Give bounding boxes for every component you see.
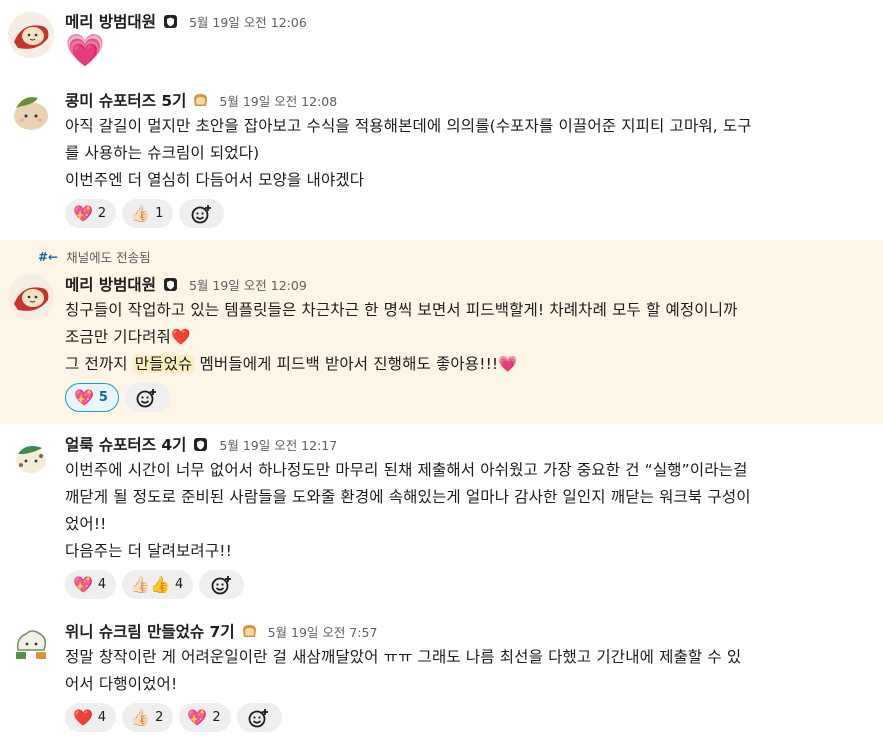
message-line: 다음주는 더 달려보려구!! xyxy=(65,542,232,560)
avatar[interactable] xyxy=(8,434,54,480)
timestamp[interactable]: 5월 19일 오전 12:06 xyxy=(189,12,307,31)
sparkling-heart-icon: 💖 xyxy=(187,707,208,727)
thumbs-up-icon: 👍🏻👍 xyxy=(130,574,171,594)
avatar[interactable] xyxy=(8,274,54,320)
shield-badge-icon xyxy=(162,13,179,30)
shield-badge-icon xyxy=(192,436,209,453)
reaction-sparkling-heart[interactable]: 💖 2 xyxy=(179,703,231,732)
reaction-count: 5 xyxy=(98,390,108,405)
message-feed: 메리 방범대원 5월 19일 오전 12:06 💗 콩미 슈포터즈 5기 5월 … xyxy=(0,0,883,738)
sparkling-heart-icon: 💖 xyxy=(74,387,94,407)
avatar[interactable] xyxy=(8,620,54,666)
message-header: 얼룩 슈포터즈 4기 5월 19일 오전 12:17 xyxy=(65,433,867,455)
add-reaction-button[interactable] xyxy=(124,383,170,412)
add-reaction-icon xyxy=(211,575,231,594)
message-line: 그 전까지 만들었슈 멤버들에게 피드백 받아서 진행해도 좋아용!!!💗 xyxy=(65,351,867,378)
timestamp[interactable]: 5월 19일 오전 12:09 xyxy=(189,275,307,294)
reaction-heart[interactable]: ❤️ 4 xyxy=(65,703,117,732)
timestamp[interactable]: 5월 19일 오전 12:17 xyxy=(219,435,337,454)
avatar[interactable] xyxy=(8,90,54,136)
message-line: 아직 갈길이 멀지만 초안을 잡아보고 수식을 적용해본데에 의의를(수포자를 … xyxy=(65,117,752,135)
message-line: 어서 다행이었어! xyxy=(65,675,178,693)
thumbs-up-icon: 👍🏻 xyxy=(130,707,151,727)
reaction-thumbs-up[interactable]: 👍🏻👍 4 xyxy=(122,570,194,599)
add-reaction-icon xyxy=(191,204,211,223)
author-name[interactable]: 얼룩 슈포터즈 4기 xyxy=(65,433,186,455)
heart-emoji: 💗 xyxy=(65,31,105,69)
sent-to-channel-label: 채널에도 전송됨 xyxy=(66,250,151,265)
sparkling-heart-icon: 💖 xyxy=(73,574,93,594)
message-line: 정말 창작이란 게 어려운일이란 걸 새삼깨달았어 ㅠㅠ 그래도 나름 최선을 … xyxy=(65,648,742,666)
message-line: 이번주엔 더 열심히 다듬어서 모양을 내야겠다 xyxy=(65,171,365,189)
message: 메리 방범대원 5월 19일 오전 12:06 💗 xyxy=(0,0,883,82)
reaction-bar: ❤️ 4 👍🏻 2 💖 2 xyxy=(65,703,867,733)
reaction-count: 4 xyxy=(97,710,107,725)
red-heart-icon: ❤️ xyxy=(73,707,93,727)
add-reaction-icon xyxy=(137,388,157,407)
sparkling-heart-icon: 💖 xyxy=(73,203,93,223)
message-line: 었어!! xyxy=(65,515,107,533)
reaction-bar: 💖 5 xyxy=(65,383,867,413)
message-body: 메리 방범대원 5월 19일 오전 12:09 칭구들이 작업하고 있는 템플릿… xyxy=(65,273,867,413)
reaction-count: 4 xyxy=(175,577,184,592)
message-body: 얼룩 슈포터즈 4기 5월 19일 오전 12:17 이번주에 시간이 너무 없… xyxy=(65,433,867,600)
group-mention[interactable]: 만들었슈 xyxy=(132,355,195,373)
reaction-bar: 💖 4 👍🏻👍 4 xyxy=(65,570,867,600)
reaction-count: 2 xyxy=(155,710,164,725)
message-body: 콩미 슈포터즈 5기 5월 19일 오전 12:08 아직 갈길이 멀지만 초안… xyxy=(65,89,867,229)
message-header: 메리 방범대원 5월 19일 오전 12:09 xyxy=(65,273,867,295)
add-reaction-button[interactable] xyxy=(236,703,282,732)
author-name[interactable]: 위니 슈크림 만들었슈 7기 xyxy=(65,620,235,642)
message-line: 깨닫게 될 정도로 준비된 사람들을 도와줄 환경에 속해있는게 얼마나 감사한… xyxy=(65,488,751,506)
reaction-sparkling-heart[interactable]: 💖 4 xyxy=(65,570,117,599)
message-header: 메리 방범대원 5월 19일 오전 12:06 xyxy=(65,10,867,32)
timestamp[interactable]: 5월 19일 오전 7:57 xyxy=(268,622,378,641)
message-body: 위니 슈크림 만들었슈 7기 5월 19일 오전 7:57 정말 창작이란 게 … xyxy=(65,620,867,733)
channel-share-icon: #← xyxy=(38,249,59,264)
message-highlighted: #← 채널에도 전송됨 메리 방범대원 5월 19일 오전 12:09 칭구들이… xyxy=(0,240,883,424)
message-line: 칭구들이 작업하고 있는 템플릿들은 차근차근 한 명씩 보면서 피드백할게! … xyxy=(65,301,738,319)
line-text: 멤버들에게 피드백 받아서 진행해도 좋아용!!!💗 xyxy=(194,355,518,373)
timestamp[interactable]: 5월 19일 오전 12:08 xyxy=(219,91,337,110)
author-name[interactable]: 메리 방범대원 xyxy=(65,273,156,295)
message-line: 조금만 기다려줘❤️ xyxy=(65,328,191,346)
line-text: 그 전까지 xyxy=(65,355,133,373)
message-header: 위니 슈크림 만들었슈 7기 5월 19일 오전 7:57 xyxy=(65,620,867,642)
reaction-thumbs-up[interactable]: 👍🏻 1 xyxy=(122,199,174,228)
author-name[interactable]: 메리 방범대원 xyxy=(65,10,156,32)
message: 얼룩 슈포터즈 4기 5월 19일 오전 12:17 이번주에 시간이 너무 없… xyxy=(0,424,883,610)
avatar[interactable] xyxy=(8,12,54,58)
bread-icon xyxy=(192,92,209,109)
author-name[interactable]: 콩미 슈포터즈 5기 xyxy=(65,89,186,111)
add-reaction-button[interactable] xyxy=(199,570,245,599)
message-header: 콩미 슈포터즈 5기 5월 19일 오전 12:08 xyxy=(65,89,867,111)
message-line: 를 사용하는 슈크림이 되었다) xyxy=(65,144,260,162)
reaction-count: 2 xyxy=(212,710,221,725)
reaction-count: 4 xyxy=(97,577,107,592)
bread-icon xyxy=(241,623,258,640)
sent-to-channel-note: #← 채널에도 전송됨 xyxy=(38,247,151,266)
message-line: 이번주에 시간이 너무 없어서 하나정도만 마무리 된채 제출해서 아쉬웠고 가… xyxy=(65,461,748,479)
add-reaction-button[interactable] xyxy=(179,199,225,228)
thumbs-up-icon: 👍🏻 xyxy=(130,203,151,223)
add-reaction-icon xyxy=(248,708,269,727)
reaction-sparkling-heart[interactable]: 💖 2 xyxy=(65,199,117,228)
message-body: 메리 방범대원 5월 19일 오전 12:06 💗 xyxy=(65,10,867,68)
message: 콩미 슈포터즈 5기 5월 19일 오전 12:08 아직 갈길이 멀지만 초안… xyxy=(0,82,883,240)
reaction-count: 2 xyxy=(97,206,107,221)
reaction-count: 1 xyxy=(155,206,164,221)
reaction-sparkling-heart[interactable]: 💖 5 xyxy=(65,383,119,412)
message: 위니 슈크림 만들었슈 7기 5월 19일 오전 7:57 정말 창작이란 게 … xyxy=(0,610,883,738)
shield-badge-icon xyxy=(162,276,179,293)
reaction-thumbs-up[interactable]: 👍🏻 2 xyxy=(122,703,174,732)
reaction-bar: 💖 2 👍🏻 1 xyxy=(65,199,867,229)
